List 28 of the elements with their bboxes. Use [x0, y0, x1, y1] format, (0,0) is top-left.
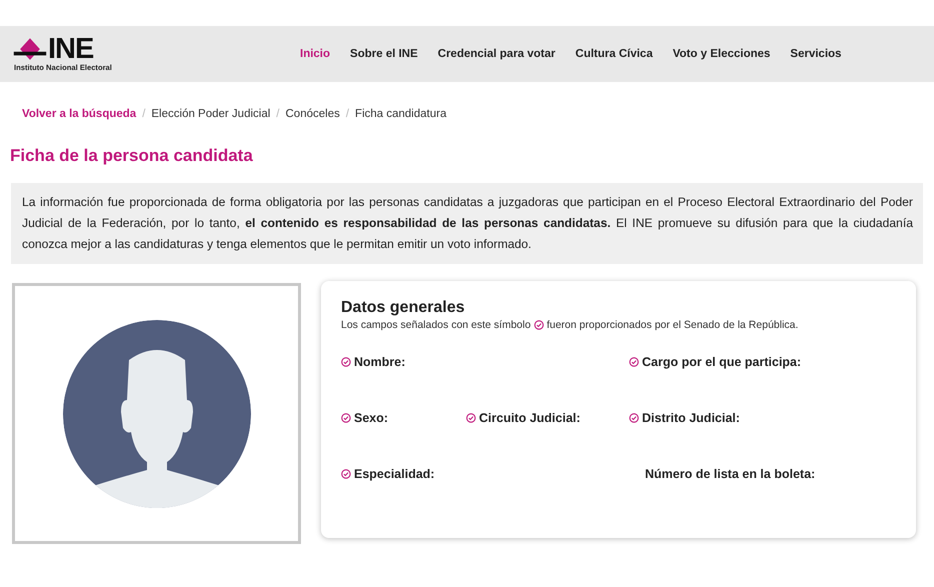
nav-link[interactable]: Inicio	[300, 48, 330, 60]
breadcrumb-separator: /	[142, 108, 146, 120]
avatar-silhouette-icon	[62, 320, 250, 508]
breadcrumb-item: Ficha candidatura	[355, 108, 446, 120]
field-label: Cargo por el que participa:	[642, 355, 802, 369]
breadcrumb-link[interactable]: Volver a la búsqueda	[22, 108, 136, 120]
page-title: Ficha de la persona candidata	[10, 146, 254, 166]
check-circle-icon	[534, 320, 544, 330]
nav-link[interactable]: Servicios	[790, 48, 842, 60]
nav-link[interactable]: Sobre el INE	[350, 48, 418, 60]
breadcrumb-separator: /	[276, 108, 280, 120]
notice-text: La información fue proporcionada de forma obligatoria por las personas candidatas a juzgadoras que participan en el Proceso Electoral Extraordinario del Poder Judicial de la Federación, por lo tanto, el contenido es responsabilidad de las personas candidatas. El INE promueve su difusión para que la ciudadanía conozca mejor a las candidaturas y tenga elementos que le permitan emitir un voto informado.	[22, 194, 913, 253]
legend-text: Los campos señalados con este símbolo	[341, 319, 531, 331]
breadcrumb-item: Elección Poder Judicial	[151, 108, 270, 120]
legend-text: fueron proporcionados por el Senado de la República.	[546, 319, 798, 331]
field-label: Nombre:	[354, 355, 406, 369]
field-label: Número de lista en la boleta:	[645, 467, 816, 481]
field-label: Distrito Judicial:	[642, 411, 740, 425]
field-label: Especialidad:	[354, 467, 435, 481]
diamond-icon	[12, 36, 48, 62]
card-title: Datos generales	[341, 299, 466, 317]
breadcrumb-separator: /	[346, 108, 350, 120]
nav-link[interactable]: Credencial para votar	[438, 48, 556, 60]
nav-link[interactable]: Cultura Cívica	[575, 48, 653, 60]
breadcrumb-item: Conóceles	[286, 108, 340, 120]
nav-link[interactable]: Voto y Elecciones	[672, 48, 770, 60]
field-label: Circuito Judicial:	[479, 411, 580, 425]
field-label: Sexo:	[354, 411, 388, 425]
